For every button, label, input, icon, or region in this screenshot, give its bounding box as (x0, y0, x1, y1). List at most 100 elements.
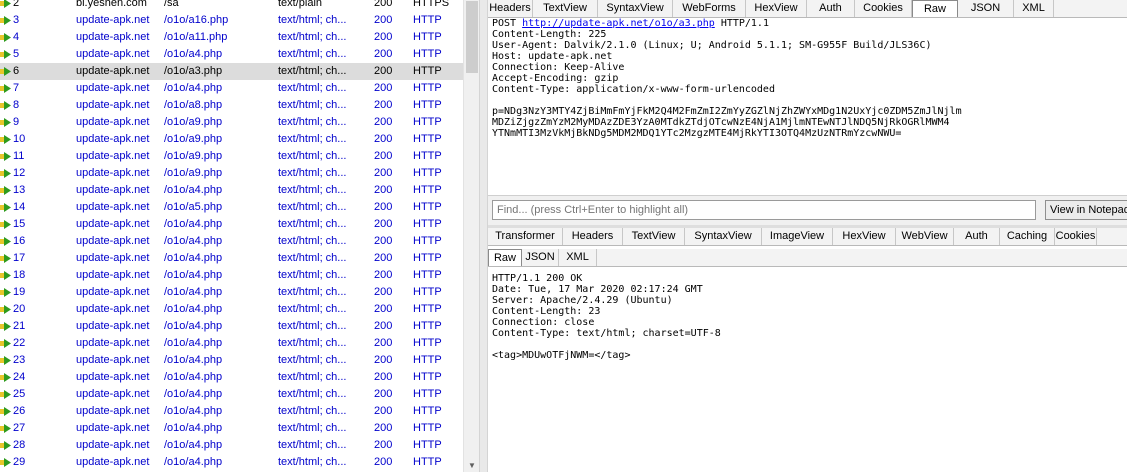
session-number: 23 (13, 354, 26, 366)
request-tab-hexview[interactable]: HexView (746, 0, 807, 17)
session-number: 22 (13, 337, 26, 349)
find-input[interactable] (492, 200, 1036, 220)
request-arrow-icon (0, 182, 12, 199)
request-tab-syntaxview[interactable]: SyntaxView (598, 0, 673, 17)
request-tab-raw[interactable]: Raw (912, 0, 958, 17)
session-url: /o1o/a4.php (164, 48, 223, 60)
session-protocol: HTTP (413, 439, 442, 451)
session-row[interactable]: 2 bi.yeshen.com/sa text/plain 200 HTTPS (0, 0, 463, 12)
session-protocol: HTTP (413, 303, 442, 315)
request-tab-auth[interactable]: Auth (807, 0, 855, 17)
response-tab-syntaxview[interactable]: SyntaxView (685, 228, 762, 245)
session-result: 200 (374, 0, 393, 9)
session-row[interactable]: 6 update-apk.net/o1o/a3.php text/html; ch.… (0, 63, 463, 80)
response-format-tab-json[interactable]: JSON (522, 249, 559, 266)
session-protocol: HTTP (413, 116, 442, 128)
scroll-down-arrow-icon[interactable]: ▼ (468, 462, 476, 470)
response-raw-view[interactable]: HTTP/1.1 200 OK Date: Tue, 17 Mar 2020 0… (492, 273, 721, 361)
response-format-tab-xml[interactable]: XML (559, 249, 597, 266)
request-tab-cookies[interactable]: Cookies (855, 0, 912, 17)
session-result: 200 (374, 65, 393, 77)
session-number: 4 (13, 31, 20, 43)
session-row[interactable]: 17 update-apk.net/o1o/a4.php text/html; ch… (0, 250, 463, 267)
session-row[interactable]: 7 update-apk.net/o1o/a4.php text/html; ch.… (0, 80, 463, 97)
session-list-scrollbar[interactable]: ▼ (463, 0, 480, 472)
response-tab-caching[interactable]: Caching (1000, 228, 1055, 245)
session-row[interactable]: 20 update-apk.net/o1o/a4.php text/html; ch… (0, 301, 463, 318)
session-row[interactable]: 18 update-apk.net/o1o/a4.php text/html; ch… (0, 267, 463, 284)
session-list[interactable]: 2 bi.yeshen.com/sa text/plain 200 HTTPS 3 upda… (0, 0, 463, 472)
session-host: update-apk.net (76, 286, 150, 298)
session-row[interactable]: 10 update-apk.net/o1o/a9.php text/html; ch… (0, 131, 463, 148)
session-protocol: HTTP (413, 456, 442, 468)
pane-splitter[interactable] (479, 0, 488, 472)
session-number: 2 (13, 0, 20, 9)
session-protocol: HTTP (413, 201, 442, 213)
session-row[interactable]: 29 update-apk.net/o1o/a4.php text/html; ch… (0, 454, 463, 471)
response-tab-headers[interactable]: Headers (563, 228, 623, 245)
session-host: update-apk.net (76, 116, 150, 128)
session-row[interactable]: 23 update-apk.net/o1o/a4.php text/html; ch… (0, 352, 463, 369)
response-tab-transformer[interactable]: Transformer (488, 228, 563, 245)
request-tab-xml[interactable]: XML (1014, 0, 1054, 17)
session-row[interactable]: 21 update-apk.net/o1o/a4.php text/html; ch… (0, 318, 463, 335)
request-url-link[interactable]: http://update-apk.net/o1o/a3.php (522, 18, 715, 29)
request-raw-view[interactable]: POST http://update-apk.net/o1o/a3.php HT… (492, 18, 962, 139)
session-url: /o1o/a11.php (164, 31, 228, 43)
session-url: /o1o/a4.php (164, 218, 223, 230)
response-tab-hexview[interactable]: HexView (833, 228, 896, 245)
response-tab-cookies[interactable]: Cookies (1055, 228, 1097, 245)
session-row[interactable]: 14 update-apk.net/o1o/a5.php text/html; ch… (0, 199, 463, 216)
session-row[interactable]: 5 update-apk.net/o1o/a4.php text/html; ch.… (0, 46, 463, 63)
session-row[interactable]: 28 update-apk.net/o1o/a4.php text/html; ch… (0, 437, 463, 454)
session-row[interactable]: 13 update-apk.net/o1o/a4.php text/html; ch… (0, 182, 463, 199)
request-arrow-icon (0, 46, 12, 63)
response-format-tab-raw[interactable]: Raw (488, 249, 522, 266)
session-row[interactable]: 27 update-apk.net/o1o/a4.php text/html; ch… (0, 420, 463, 437)
response-tab-auth[interactable]: Auth (954, 228, 1000, 245)
session-row[interactable]: 3 update-apk.net/o1o/a16.php text/html; ch… (0, 12, 463, 29)
request-tab-textview[interactable]: TextView (533, 0, 598, 17)
session-protocol: HTTP (413, 133, 442, 145)
session-row[interactable]: 11 update-apk.net/o1o/a9.php text/html; ch… (0, 148, 463, 165)
session-host: update-apk.net (76, 150, 150, 162)
session-url: /o1o/a4.php (164, 235, 223, 247)
session-content-type: text/html; ch... (278, 422, 347, 434)
session-number: 8 (13, 99, 20, 111)
find-bar: View in Notepad (488, 195, 1127, 226)
response-tab-imageview[interactable]: ImageView (762, 228, 833, 245)
request-version: HTTP/1.1 (720, 18, 769, 29)
request-tab-headers[interactable]: Headers (488, 0, 533, 17)
session-result: 200 (374, 405, 393, 417)
session-row[interactable]: 4 update-apk.net/o1o/a11.php text/html; ch… (0, 29, 463, 46)
session-row[interactable]: 22 update-apk.net/o1o/a4.php text/html; ch… (0, 335, 463, 352)
session-url: /o1o/a8.php (164, 99, 223, 111)
session-row[interactable]: 8 update-apk.net/o1o/a8.php text/html; ch.… (0, 97, 463, 114)
session-row[interactable]: 26 update-apk.net/o1o/a4.php text/html; ch… (0, 403, 463, 420)
request-tab-webforms[interactable]: WebForms (673, 0, 746, 17)
session-row[interactable]: 16 update-apk.net/o1o/a4.php text/html; ch… (0, 233, 463, 250)
session-row[interactable]: 25 update-apk.net/o1o/a4.php text/html; ch… (0, 386, 463, 403)
session-row[interactable]: 15 update-apk.net/o1o/a4.php text/html; ch… (0, 216, 463, 233)
session-host: update-apk.net (76, 354, 150, 366)
request-tab-json[interactable]: JSON (958, 0, 1014, 17)
session-row[interactable]: 19 update-apk.net/o1o/a4.php text/html; ch… (0, 284, 463, 301)
session-host: update-apk.net (76, 65, 150, 77)
session-row[interactable]: 24 update-apk.net/o1o/a4.php text/html; ch… (0, 369, 463, 386)
response-tab-webview[interactable]: WebView (896, 228, 954, 245)
session-row[interactable]: 9 update-apk.net/o1o/a9.php text/html; ch.… (0, 114, 463, 131)
session-url: /o1o/a4.php (164, 354, 223, 366)
session-result: 200 (374, 269, 393, 281)
session-url: /o1o/a4.php (164, 269, 223, 281)
view-in-notepad-button[interactable]: View in Notepad (1045, 200, 1127, 220)
session-result: 200 (374, 167, 393, 179)
session-result: 200 (374, 337, 393, 349)
session-host: update-apk.net (76, 337, 150, 349)
request-arrow-icon (0, 148, 12, 165)
response-tab-textview[interactable]: TextView (623, 228, 685, 245)
session-url: /o1o/a9.php (164, 116, 223, 128)
session-number: 24 (13, 371, 26, 383)
scrollbar-thumb[interactable] (466, 1, 478, 73)
session-row[interactable]: 12 update-apk.net/o1o/a9.php text/html; ch… (0, 165, 463, 182)
request-arrow-icon (0, 12, 12, 29)
